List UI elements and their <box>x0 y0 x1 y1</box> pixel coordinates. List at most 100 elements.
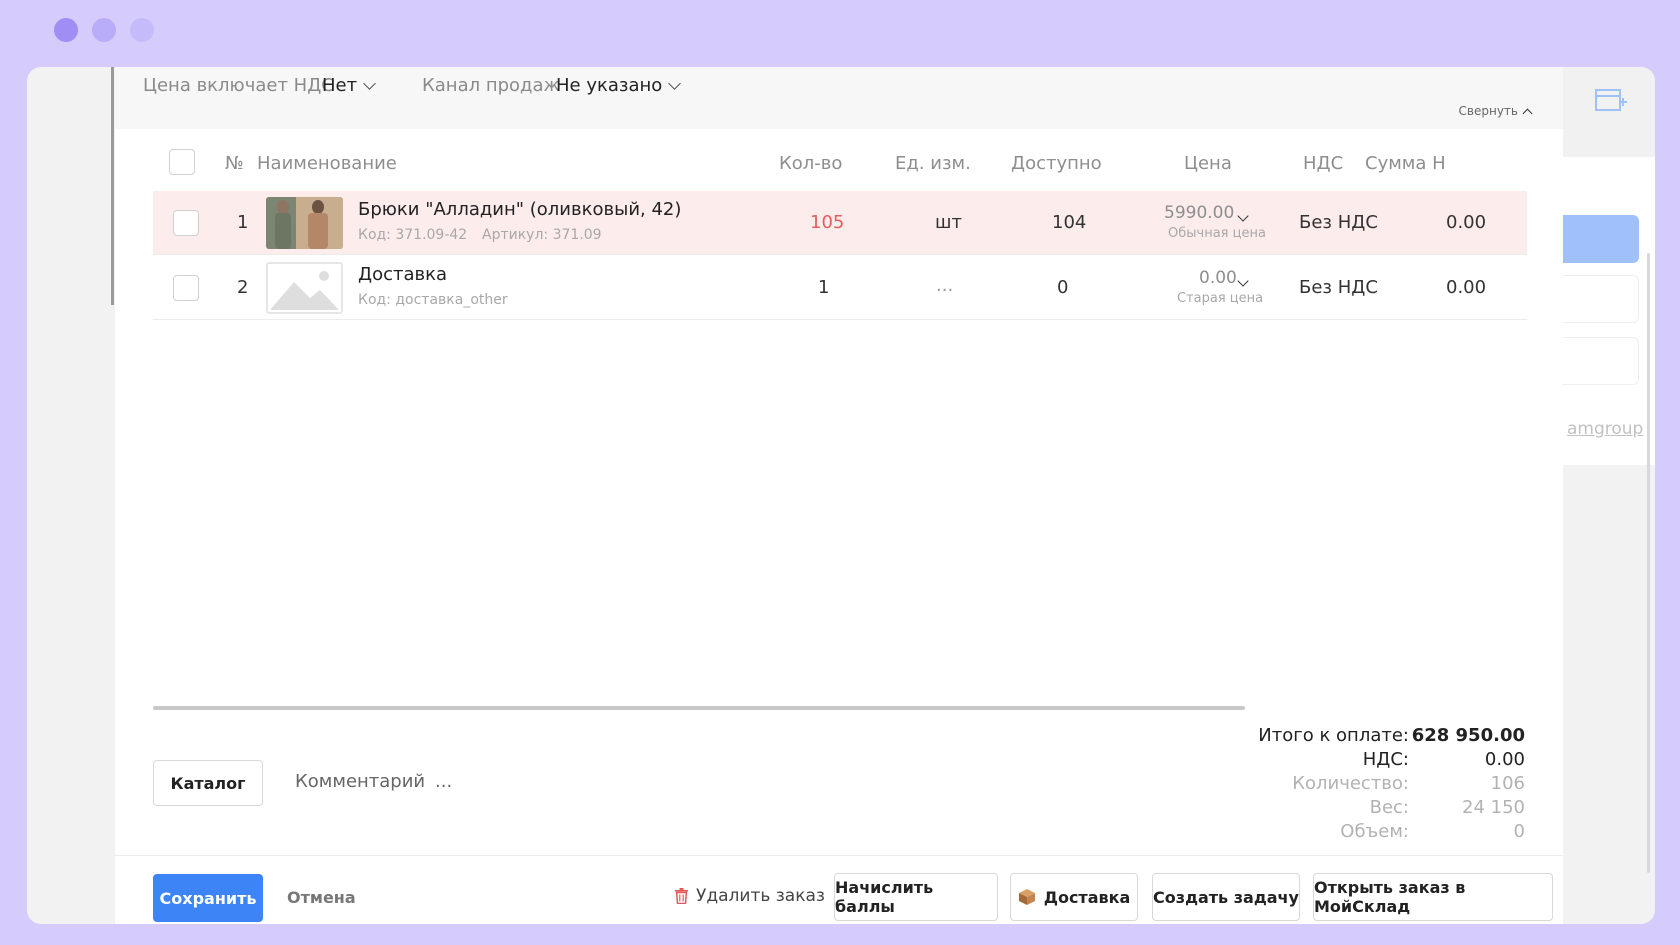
total-quantity: Количество: 106 <box>1165 771 1525 795</box>
total-vat-value: 0.00 <box>1484 748 1525 770</box>
column-header-vat[interactable]: НДС <box>1303 153 1343 174</box>
total-vat: НДС: 0.00 <box>1165 747 1525 771</box>
total-volume: Объем: 0 <box>1165 819 1525 843</box>
delivery-label: Доставка <box>1043 887 1131 907</box>
placeholder-graphic <box>270 271 339 310</box>
delete-order-label: Удалить заказ <box>696 886 825 906</box>
catalog-button[interactable]: Каталог <box>153 760 263 806</box>
product-article: Артикул: 371.09 <box>482 227 602 243</box>
table-row[interactable]: 2 Доставка Код: доставка_other 1 ... 0 0… <box>153 256 1527 320</box>
total-weight-value: 24 150 <box>1462 796 1525 818</box>
unit-value: ... <box>936 275 954 296</box>
column-header-available[interactable]: Доступно <box>1011 153 1102 174</box>
sum-value: 0.00 <box>1446 277 1487 298</box>
price-type-label: Обычная цена <box>1168 226 1266 241</box>
qty-input[interactable]: 1 <box>818 277 829 298</box>
delivery-button[interactable]: Доставка <box>1010 873 1138 921</box>
column-header-index: № <box>225 153 244 174</box>
price-input[interactable]: 0.00 <box>1199 268 1237 288</box>
total-quantity-value: 106 <box>1490 772 1525 794</box>
window-close-dot[interactable] <box>54 18 78 42</box>
product-code: Код: доставка_other <box>358 292 508 308</box>
total-volume-label: Объем: <box>1340 820 1409 842</box>
total-quantity-label: Количество: <box>1292 772 1409 794</box>
background-link[interactable]: amgroup <box>1567 419 1643 439</box>
sum-value: 0.00 <box>1446 212 1487 233</box>
vat-value[interactable]: Без НДС <box>1299 277 1378 298</box>
background-scrollbar[interactable] <box>1647 253 1650 873</box>
collapse-button[interactable]: Свернуть <box>1458 104 1533 118</box>
total-to-pay-value: 628 950.00 <box>1411 724 1525 746</box>
product-photo <box>266 197 343 249</box>
total-to-pay-label: Итого к оплате: <box>1258 724 1409 746</box>
column-header-sum[interactable]: Сумма Н <box>1365 153 1527 174</box>
unit-value: шт <box>935 212 962 233</box>
sales-channel-select[interactable]: Не указано <box>556 75 682 96</box>
chevron-down-icon <box>363 76 376 90</box>
price-type-dropdown[interactable] <box>1237 205 1249 224</box>
row-index: 1 <box>237 212 249 233</box>
product-name[interactable]: Доставка <box>358 264 447 285</box>
column-header-name[interactable]: Наименование <box>257 153 397 174</box>
row-checkbox[interactable] <box>173 275 199 301</box>
chevron-down-icon <box>1237 275 1249 287</box>
trash-icon <box>675 888 688 904</box>
select-all-checkbox[interactable] <box>169 149 195 175</box>
vat-included-label: Цена включает НДС <box>143 75 334 96</box>
package-icon <box>1018 889 1035 905</box>
background-primary-button[interactable] <box>1563 215 1639 263</box>
total-to-pay: Итого к оплате: 628 950.00 <box>1165 723 1525 747</box>
price-input[interactable]: 5990.00 <box>1164 203 1234 223</box>
product-code: Код: 371.09-42 <box>358 227 468 243</box>
order-settings-bar: Цена включает НДС Нет Канал продаж Не ук… <box>115 67 1563 129</box>
collapse-label: Свернуть <box>1458 104 1518 118</box>
column-header-unit[interactable]: Ед. изм. <box>895 153 971 174</box>
price-type-dropdown[interactable] <box>1237 270 1249 289</box>
chevron-down-icon <box>1237 210 1249 222</box>
horizontal-scrollbar[interactable] <box>153 706 1245 710</box>
row-checkbox[interactable] <box>173 210 199 236</box>
sales-channel-label: Канал продаж <box>422 75 560 96</box>
comment-link[interactable]: Комментарий <box>295 771 425 792</box>
product-name[interactable]: Брюки "Алладин" (оливковый, 42) <box>358 199 681 220</box>
column-header-price[interactable]: Цена <box>1184 153 1232 174</box>
total-vat-label: НДС: <box>1362 748 1409 770</box>
vat-included-select[interactable]: Нет <box>322 75 376 96</box>
background-field[interactable] <box>1563 275 1639 323</box>
total-volume-value: 0 <box>1513 820 1525 842</box>
product-image[interactable] <box>266 197 343 249</box>
background-field[interactable] <box>1563 337 1639 385</box>
vat-value[interactable]: Без НДС <box>1299 212 1378 233</box>
screen: amgroup Цена включает НДС Нет Канал прод… <box>27 67 1655 924</box>
create-task-button[interactable]: Создать задачу <box>1152 873 1300 921</box>
window-minimize-dot[interactable] <box>92 18 116 42</box>
row-index: 2 <box>237 277 249 298</box>
chevron-down-icon <box>668 76 682 90</box>
table-header: № Наименование Кол-во Ед. изм. Доступно … <box>153 137 1527 189</box>
cancel-button[interactable]: Отмена <box>287 888 356 907</box>
image-placeholder-icon[interactable] <box>266 262 343 314</box>
vat-included-value: Нет <box>322 75 358 96</box>
window-maximize-dot[interactable] <box>130 18 154 42</box>
more-link[interactable]: ... <box>435 771 452 792</box>
table-row[interactable]: 1 Брюки "Алладин" (оливковый, 42) Код: 3… <box>153 191 1527 255</box>
qty-input[interactable]: 105 <box>810 212 844 233</box>
delete-order-button[interactable]: Удалить заказ <box>675 886 825 906</box>
order-totals: Итого к оплате: 628 950.00 НДС: 0.00 Кол… <box>1165 723 1525 843</box>
total-weight-label: Вес: <box>1369 796 1409 818</box>
footer-toolbar: Сохранить Отмена Удалить заказ Начислить… <box>115 855 1563 924</box>
order-panel: Цена включает НДС Нет Канал продаж Не ук… <box>115 67 1563 924</box>
column-header-qty[interactable]: Кол-во <box>779 153 842 174</box>
price-type-label: Старая цена <box>1177 291 1264 306</box>
app-frame: amgroup Цена включает НДС Нет Канал прод… <box>0 0 1680 945</box>
panel-edge <box>111 67 114 305</box>
available-value: 0 <box>1057 277 1069 298</box>
sales-channel-value: Не указано <box>556 75 663 96</box>
save-button[interactable]: Сохранить <box>153 874 263 922</box>
available-value: 104 <box>1052 212 1087 233</box>
open-in-moysklad-button[interactable]: Открыть заказ в МойСклад <box>1313 873 1553 921</box>
chevron-up-icon <box>1522 108 1533 118</box>
add-bonus-button[interactable]: Начислить баллы <box>834 873 998 921</box>
total-weight: Вес: 24 150 <box>1165 795 1525 819</box>
add-window-icon[interactable] <box>1595 86 1627 114</box>
